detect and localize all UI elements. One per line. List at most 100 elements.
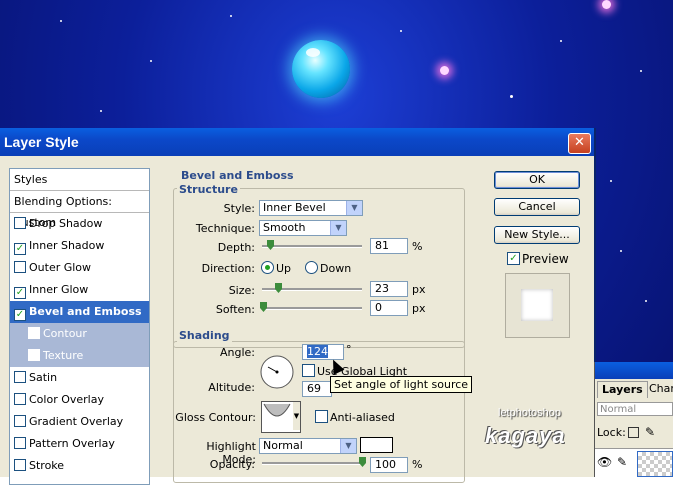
style-checkbox[interactable]: [14, 437, 26, 449]
chevron-down-icon: ▼: [293, 402, 300, 430]
style-item[interactable]: Blending Options: Custom: [10, 191, 149, 229]
style-item-label: Contour: [43, 327, 87, 340]
preview-swatch: [521, 289, 553, 321]
tab-layers[interactable]: Layers: [597, 381, 648, 398]
chevron-down-icon: ▼: [340, 439, 356, 453]
styles-list: Styles Blending Options: Custom Drop Shado…: [9, 168, 150, 485]
eye-icon[interactable]: 👁: [597, 455, 612, 469]
style-item-label: Color Overlay: [29, 393, 104, 406]
size-label: Size:: [228, 284, 255, 297]
style-checkbox[interactable]: ✓: [14, 287, 26, 299]
direction-label: Direction:: [201, 262, 255, 275]
shading-title: Shading: [177, 329, 232, 342]
style-item-label: Drop Shadow: [29, 217, 103, 230]
brush-icon: ✎: [617, 455, 628, 469]
anti-aliased-checkbox[interactable]: [315, 410, 328, 423]
global-light-checkbox[interactable]: [302, 364, 315, 377]
technique-label: Technique:: [195, 222, 255, 235]
star: [60, 20, 62, 22]
style-checkbox[interactable]: [28, 349, 40, 361]
star: [560, 40, 562, 42]
new-style-button[interactable]: New Style...: [494, 226, 580, 244]
style-item[interactable]: Contour: [10, 323, 149, 345]
direction-down-radio[interactable]: [305, 261, 318, 274]
pink-star: [602, 0, 611, 9]
dialog-title: Layer Style: [4, 134, 79, 150]
direction-down-label: Down: [320, 262, 352, 275]
chevron-down-icon: ▼: [346, 201, 362, 215]
bevel-emboss-panel: Bevel and Emboss Structure Style: Inner …: [165, 168, 475, 483]
angle-label: Angle:: [219, 346, 255, 359]
highlight-mode-value: Normal: [263, 439, 303, 452]
highlight-mode-select[interactable]: Normal ▼: [259, 438, 357, 454]
highlight-color-swatch[interactable]: [360, 437, 393, 453]
style-item[interactable]: Satin: [10, 367, 149, 389]
style-item-label: Outer Glow: [29, 261, 92, 274]
style-item[interactable]: Gradient Overlay: [10, 411, 149, 433]
cancel-button[interactable]: Cancel: [494, 198, 580, 216]
style-checkbox[interactable]: [14, 459, 26, 471]
angle-dial[interactable]: [259, 354, 295, 390]
opacity-slider-track[interactable]: [262, 462, 362, 465]
style-checkbox[interactable]: [14, 415, 26, 427]
opacity-unit: %: [412, 458, 423, 471]
depth-input[interactable]: 81: [370, 238, 408, 254]
style-label: Style:: [223, 202, 255, 215]
star: [150, 60, 152, 62]
layers-panel: Layers Char Normal Lock: ✎ 👁 ✎: [594, 362, 673, 478]
style-item[interactable]: Color Overlay: [10, 389, 149, 411]
style-item[interactable]: ✓ Bevel and Emboss: [10, 301, 149, 323]
gloss-contour-picker[interactable]: ▼: [261, 401, 301, 433]
soften-slider-track[interactable]: [262, 307, 362, 310]
style-checkbox[interactable]: [14, 261, 26, 273]
style-item[interactable]: Styles: [10, 169, 149, 191]
tab-channels[interactable]: Char: [645, 381, 673, 397]
layer-row[interactable]: 👁 ✎: [595, 448, 673, 478]
layer-thumbnail: [637, 451, 673, 477]
star: [400, 30, 402, 32]
watermark-small-text: letphotoshop: [498, 407, 561, 419]
style-item[interactable]: ✓ Inner Shadow: [10, 235, 149, 257]
style-checkbox[interactable]: [14, 217, 26, 229]
tooltip: Set angle of light source: [330, 376, 473, 393]
technique-select[interactable]: Smooth ▼: [259, 220, 347, 236]
depth-unit: %: [412, 240, 423, 253]
ok-button[interactable]: OK: [494, 171, 580, 189]
lock-brush-icon[interactable]: ✎: [645, 425, 655, 439]
lock-transparency-icon[interactable]: [628, 427, 639, 438]
watermark-big-text: kagaya: [485, 423, 566, 448]
style-item-label: Bevel and Emboss: [29, 305, 142, 318]
angle-unit: °: [346, 343, 352, 356]
close-button[interactable]: ✕: [568, 133, 591, 154]
style-checkbox[interactable]: ✓: [14, 309, 26, 321]
style-checkbox[interactable]: [28, 327, 40, 339]
preview-checkbox[interactable]: ✓: [507, 252, 520, 265]
style-item[interactable]: Drop Shadow: [10, 213, 149, 235]
direction-up-radio[interactable]: [261, 261, 274, 274]
altitude-input[interactable]: 69: [302, 381, 332, 397]
depth-slider-track[interactable]: [262, 245, 362, 248]
watermark: letphotoshop kagaya: [485, 405, 595, 465]
opacity-label: Opacity:: [209, 458, 255, 471]
opacity-input[interactable]: 100: [370, 457, 408, 473]
style-select[interactable]: Inner Bevel ▼: [259, 200, 363, 216]
style-item[interactable]: Pattern Overlay: [10, 433, 149, 455]
pink-star: [440, 66, 449, 75]
style-item[interactable]: Outer Glow: [10, 257, 149, 279]
style-item-label: Satin: [29, 371, 58, 384]
style-checkbox[interactable]: ✓: [14, 243, 26, 255]
style-checkbox[interactable]: [14, 371, 26, 383]
style-checkbox[interactable]: [14, 393, 26, 405]
layers-panel-titlebar[interactable]: [595, 362, 673, 379]
star: [230, 15, 232, 17]
style-item[interactable]: Texture: [10, 345, 149, 367]
dialog-titlebar[interactable]: Layer Style ✕: [0, 128, 594, 156]
blend-mode-select[interactable]: Normal: [597, 402, 673, 416]
style-item[interactable]: Stroke: [10, 455, 149, 477]
style-item[interactable]: ✓ Inner Glow: [10, 279, 149, 301]
lock-label: Lock:: [597, 426, 626, 439]
style-item-label: Stroke: [29, 459, 65, 472]
size-input[interactable]: 23: [370, 281, 408, 297]
soften-input[interactable]: 0: [370, 300, 408, 316]
style-item-label: Styles: [14, 173, 48, 186]
